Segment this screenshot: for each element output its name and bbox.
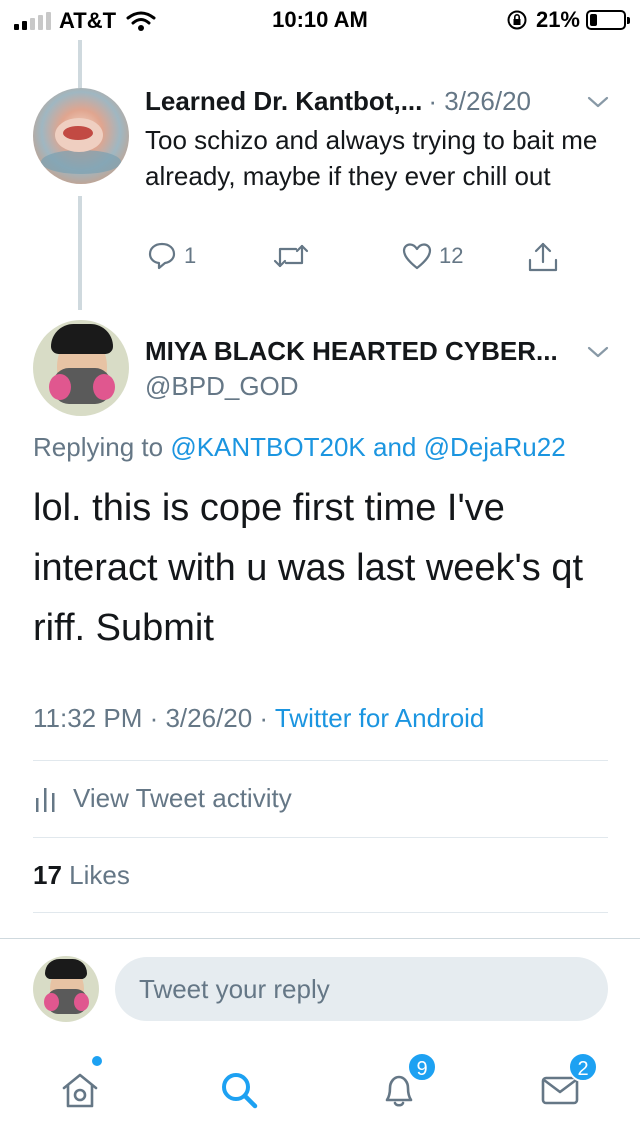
reply-author-avatar[interactable] bbox=[33, 88, 129, 184]
like-button[interactable]: 12 bbox=[401, 240, 463, 272]
reply-actions: 1 12 bbox=[0, 240, 640, 280]
divider bbox=[33, 837, 608, 838]
comment-icon bbox=[148, 242, 176, 270]
likes-label: Likes bbox=[69, 860, 130, 890]
rotation-lock-icon bbox=[507, 10, 527, 30]
messages-badge: 2 bbox=[568, 1052, 598, 1082]
tab-messages[interactable]: 2 bbox=[530, 1052, 598, 1120]
main-chevron-down-icon[interactable] bbox=[586, 344, 610, 360]
battery-percent: 21% bbox=[535, 7, 580, 32]
view-tweet-activity-button[interactable]: View Tweet activity bbox=[33, 783, 292, 814]
tab-search[interactable] bbox=[209, 1060, 269, 1120]
main-author-name[interactable]: MIYA BLACK HEARTED CYBER... bbox=[145, 336, 558, 367]
divider bbox=[33, 760, 608, 761]
status-right: 21% bbox=[506, 7, 630, 33]
reply-count: 1 bbox=[184, 243, 197, 268]
reply-author-name[interactable]: Learned Dr. Kantbot,... bbox=[145, 86, 422, 117]
reply-input[interactable] bbox=[115, 957, 608, 1021]
share-icon bbox=[528, 242, 558, 272]
tweet-timestamp: 11:32 PM · 3/26/20 · bbox=[33, 703, 269, 733]
retweet-button[interactable] bbox=[272, 240, 310, 272]
home-new-dot bbox=[92, 1056, 102, 1066]
tweet-source-link[interactable]: Twitter for Android bbox=[275, 703, 485, 733]
reply-chevron-down-icon[interactable] bbox=[586, 94, 610, 110]
main-tweet-text: lol. this is cope first time I've intera… bbox=[33, 487, 584, 649]
battery-icon bbox=[586, 10, 630, 30]
view-tweet-activity-label: View Tweet activity bbox=[73, 783, 292, 813]
notifications-badge: 9 bbox=[407, 1052, 437, 1082]
composer-avatar bbox=[33, 956, 99, 1022]
status-bar: AT&T 10:10 AM 21% bbox=[0, 0, 640, 40]
tab-notifications[interactable]: 9 bbox=[369, 1052, 437, 1120]
main-author-handle[interactable]: @BPD_GOD bbox=[145, 371, 299, 402]
replying-and: and bbox=[373, 432, 417, 462]
search-icon bbox=[222, 1073, 258, 1109]
replying-user-link-1[interactable]: @KANTBOT20K bbox=[170, 432, 365, 462]
thread-line-top bbox=[78, 40, 82, 88]
retweet-icon bbox=[273, 244, 309, 268]
share-button[interactable] bbox=[526, 240, 560, 274]
likes-count: 17 bbox=[33, 860, 62, 890]
reply-text: Too schizo and always trying to bait me … bbox=[145, 125, 598, 191]
replying-to: Replying to @KANTBOT20K and @DejaRu22 bbox=[33, 432, 566, 463]
likes-summary[interactable]: 17 Likes bbox=[33, 860, 130, 891]
divider bbox=[33, 912, 608, 913]
like-count: 12 bbox=[439, 243, 464, 268]
home-icon bbox=[62, 1073, 98, 1108]
composer-divider bbox=[0, 938, 640, 939]
heart-icon bbox=[402, 243, 432, 270]
replying-user-link-2[interactable]: @DejaRu22 bbox=[424, 432, 566, 462]
replying-prefix: Replying to bbox=[33, 432, 164, 462]
reply-header: Learned Dr. Kantbot,... · 3/26/20 bbox=[145, 86, 531, 117]
tweet-meta: 11:32 PM · 3/26/20 · Twitter for Android bbox=[33, 703, 484, 734]
tab-home[interactable] bbox=[50, 1056, 110, 1120]
main-author-avatar[interactable] bbox=[33, 320, 129, 416]
bar-chart-icon bbox=[36, 787, 55, 812]
reply-action-button[interactable]: 1 bbox=[146, 240, 196, 272]
reply-date: · 3/26/20 bbox=[428, 86, 532, 116]
